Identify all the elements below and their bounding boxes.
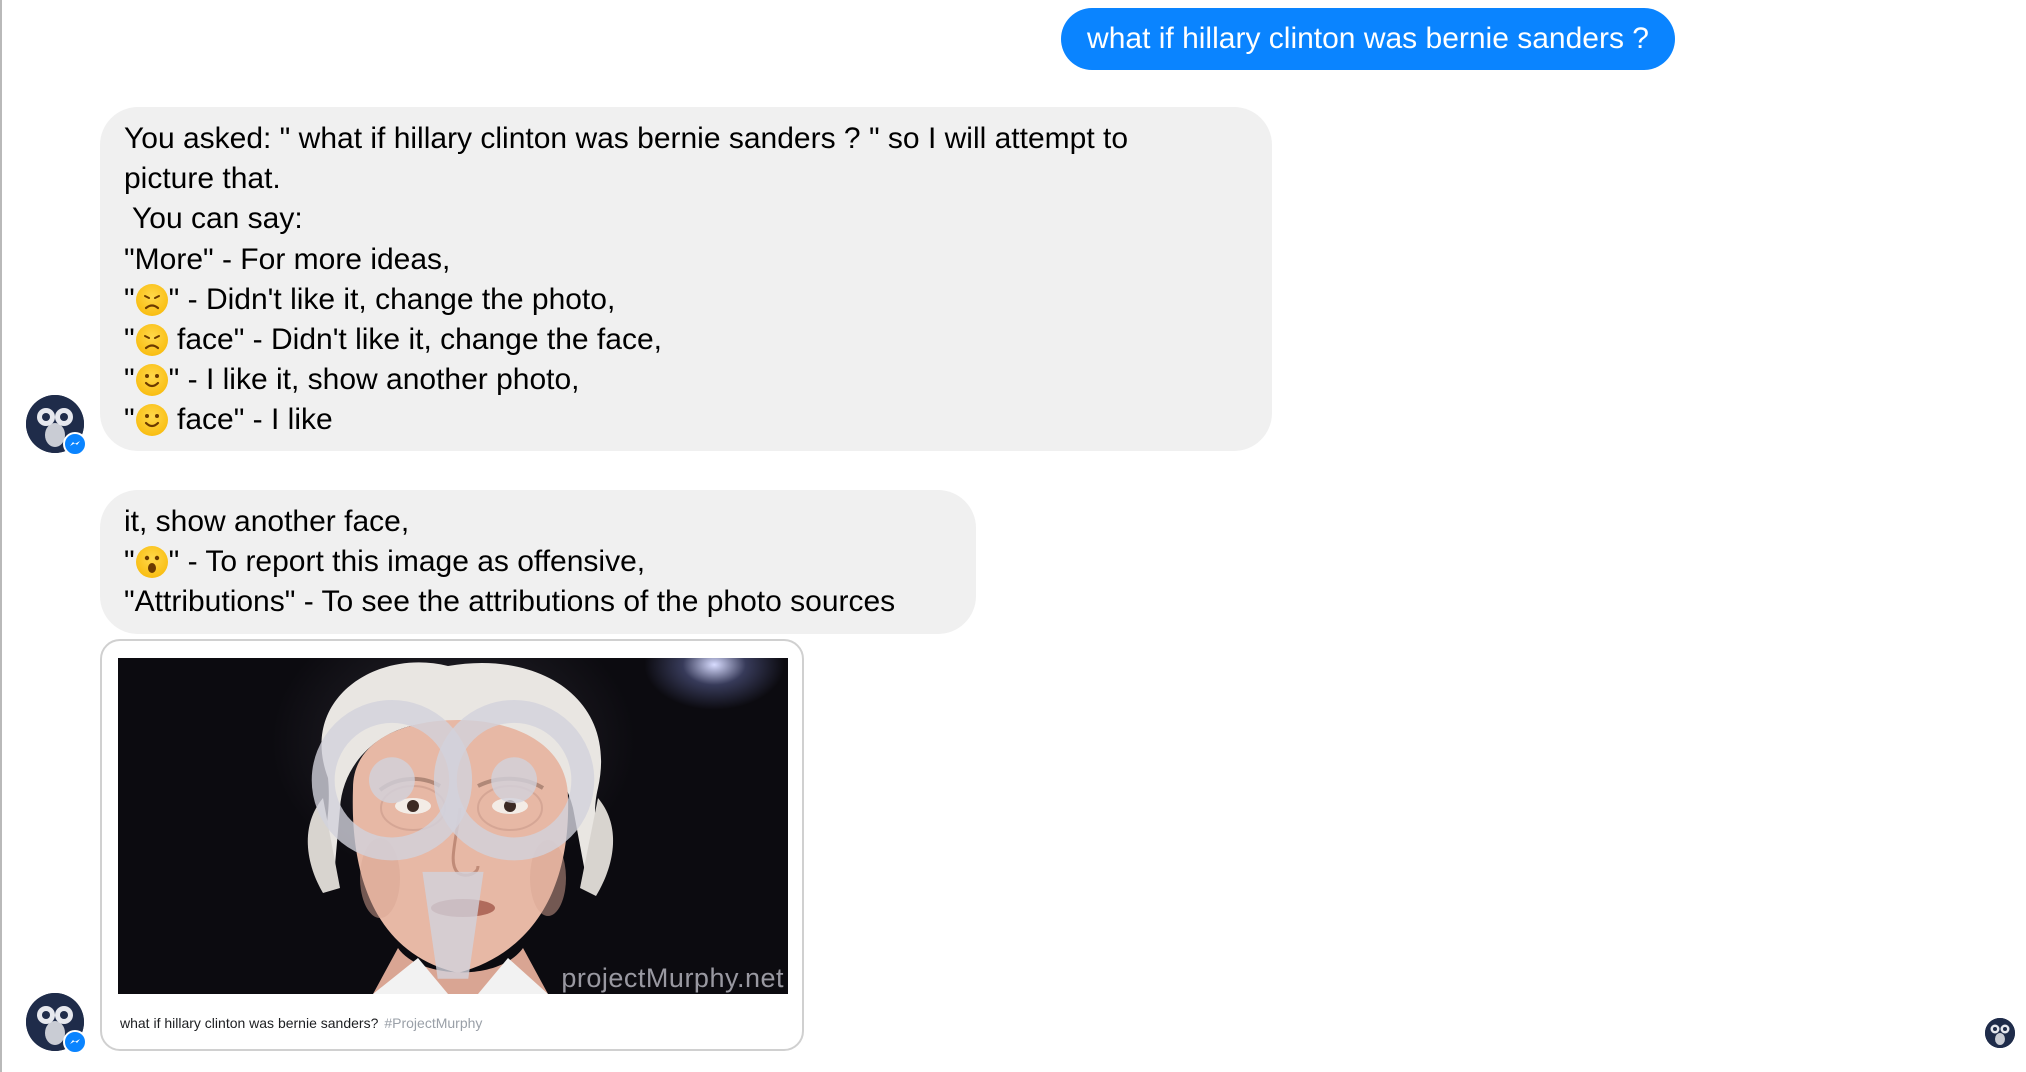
bot-message-line: picture that. xyxy=(124,162,281,196)
project-murphy-watermark-icon xyxy=(311,700,595,979)
bot-message-line: " " - I like it, show another photo, xyxy=(124,360,1246,400)
project-murphy-bot-avatar xyxy=(1985,1018,2015,1048)
quote-mark: " xyxy=(124,545,135,579)
bot-message-line: " " - To report this image as offensive, xyxy=(124,542,950,582)
bot-message-line: "More" - For more ideas, xyxy=(124,242,451,276)
quote-mark: " xyxy=(124,282,135,316)
quote-mark: " xyxy=(124,323,135,357)
bot-message-bubble-2[interactable]: it, show another face, " " - To report t… xyxy=(100,490,976,634)
slightly-smiling-face-icon xyxy=(135,404,168,437)
messenger-badge-icon xyxy=(63,1030,87,1054)
generated-face-photo[interactable]: projectMurphy.net xyxy=(118,658,788,994)
seen-receipt-avatar xyxy=(1985,1018,2015,1048)
bot-message-line: " face" - Didn't like it, change the fac… xyxy=(124,320,1246,360)
bot-message-text: face" - I like xyxy=(168,403,333,437)
bot-message-line: it, show another face, xyxy=(124,505,410,538)
image-caption: what if hillary clinton was bernie sande… xyxy=(120,1015,482,1031)
bot-message-line: You can say: xyxy=(132,202,303,236)
bot-avatar[interactable] xyxy=(26,993,87,1054)
bot-message-text: face" - Didn't like it, change the face, xyxy=(168,323,662,357)
messenger-badge-icon xyxy=(63,432,87,456)
photo-watermark: projectMurphy.net xyxy=(561,963,784,993)
bot-message-line: " face" - I like xyxy=(124,400,1246,440)
bot-avatar[interactable] xyxy=(26,395,87,456)
user-message-text: what if hillary clinton was bernie sande… xyxy=(1087,22,1649,55)
caption-hashtag[interactable]: #ProjectMurphy xyxy=(384,1015,482,1031)
slightly-smiling-face-icon xyxy=(135,364,168,397)
window-left-border xyxy=(0,0,2,1072)
bot-message-text: " - Didn't like it, change the photo, xyxy=(168,282,616,316)
quote-mark: " xyxy=(124,363,135,397)
bot-message-text: " - To report this image as offensive, xyxy=(168,545,646,579)
image-card[interactable]: projectMurphy.net what if hillary clinto… xyxy=(100,639,804,1051)
caption-text: what if hillary clinton was bernie sande… xyxy=(120,1015,379,1031)
disappointed-face-icon xyxy=(135,283,168,316)
bot-message-text: " - I like it, show another photo, xyxy=(168,363,580,397)
bot-message-line: You asked: " what if hillary clinton was… xyxy=(124,122,1129,155)
bot-message-line: " " - Didn't like it, change the photo, xyxy=(124,280,1246,320)
open-mouth-face-icon xyxy=(135,546,168,579)
user-message-bubble[interactable]: what if hillary clinton was bernie sande… xyxy=(1061,8,1675,70)
disappointed-face-icon xyxy=(135,324,168,357)
bot-message-line: "Attributions" - To see the attributions… xyxy=(124,585,896,619)
quote-mark: " xyxy=(124,403,135,437)
bot-message-bubble-1[interactable]: You asked: " what if hillary clinton was… xyxy=(100,107,1272,451)
